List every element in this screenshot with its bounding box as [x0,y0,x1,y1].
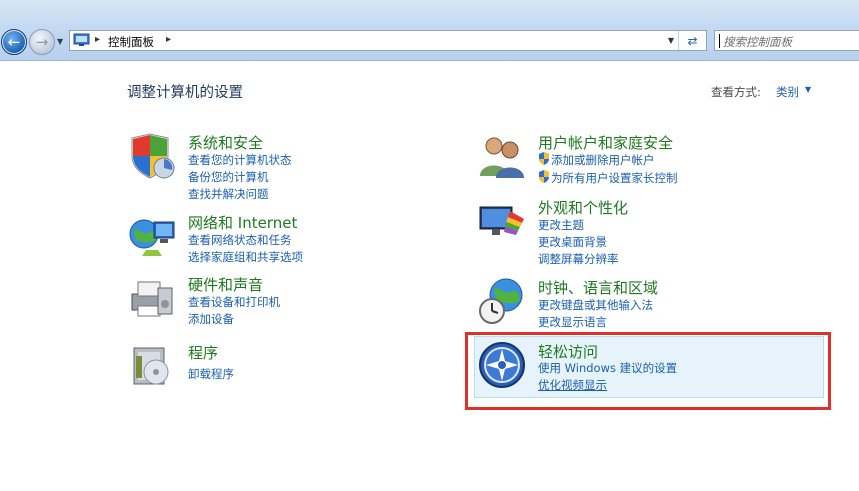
link-devices-printers[interactable]: 查看设备和打印机 [188,294,280,310]
users-icon [480,137,524,178]
printer-icon [131,281,173,317]
back-arrow-icon: ← [7,33,21,51]
link-uninstall-program[interactable]: 卸载程序 [188,366,234,382]
category-title[interactable]: 用户帐户和家庭安全 [538,132,673,153]
back-button[interactable]: ← [1,29,27,55]
breadcrumb-chevron-icon[interactable]: ▸ [166,34,171,45]
monitor-colors-icon [479,206,524,235]
category-title[interactable]: 程序 [188,342,218,363]
link-desktop-background[interactable]: 更改桌面背景 [538,234,607,250]
link-backup-computer[interactable]: 备份您的计算机 [188,169,269,185]
page-title: 调整计算机的设置 [127,85,243,101]
address-bar[interactable]: ▸ 控制面板 ▸ ▼ ⇄ [69,30,707,51]
uac-shield-icon [539,170,549,183]
link-network-status[interactable]: 查看网络状态和任务 [188,232,292,248]
address-dropdown-icon[interactable]: ▼ [668,36,674,45]
annotation-highlight-box [465,332,831,410]
uac-shield-icon [539,152,549,165]
forward-arrow-icon: → [35,33,49,51]
refresh-icon: ⇄ [687,33,698,48]
breadcrumb-separator-icon: ▸ [95,34,101,45]
search-input[interactable]: 搜索控制面板 [714,30,859,51]
link-change-theme[interactable]: 更改主题 [538,217,584,233]
navigation-bar: ← → ▼ ▸ 控制面板 ▸ ▼ ⇄ 搜索控制面板 [0,0,859,61]
link-display-language[interactable]: 更改显示语言 [538,314,607,330]
category-title[interactable]: 外观和个性化 [538,197,628,218]
clock-globe-icon [479,278,523,324]
link-troubleshoot[interactable]: 查找并解决问题 [188,186,269,202]
category-title[interactable]: 时钟、语言和区域 [538,277,658,298]
link-add-device[interactable]: 添加设备 [188,311,234,327]
programs-box-icon [133,347,169,385]
search-placeholder: 搜索控制面板 [723,35,792,49]
recent-pages-dropdown-icon[interactable]: ▼ [57,37,63,46]
network-globe-icon [129,219,175,256]
forward-button[interactable]: → [29,29,55,55]
control-panel-icon [73,33,90,46]
view-by-dropdown[interactable]: 类别 [776,84,799,100]
category-title[interactable]: 系统和安全 [188,132,263,153]
view-by-label: 查看方式: [711,85,761,99]
link-homegroup-sharing[interactable]: 选择家庭组和共享选项 [188,249,303,265]
refresh-button[interactable]: ⇄ [678,31,706,50]
link-add-remove-accounts[interactable]: 添加或删除用户帐户 [551,152,655,168]
text-caret [719,34,720,48]
link-parental-controls[interactable]: 为所有用户设置家长控制 [551,170,678,186]
view-by-chevron-down-icon[interactable]: ▼ [805,85,811,94]
link-view-computer-status[interactable]: 查看您的计算机状态 [188,152,292,168]
category-title[interactable]: 网络和 Internet [188,212,297,233]
link-change-keyboard[interactable]: 更改键盘或其他输入法 [538,297,653,313]
category-title[interactable]: 硬件和声音 [188,274,263,295]
shield-globe-icon [131,133,175,179]
link-screen-resolution[interactable]: 调整屏幕分辨率 [538,251,619,267]
breadcrumb-control-panel[interactable]: 控制面板 [108,34,154,50]
